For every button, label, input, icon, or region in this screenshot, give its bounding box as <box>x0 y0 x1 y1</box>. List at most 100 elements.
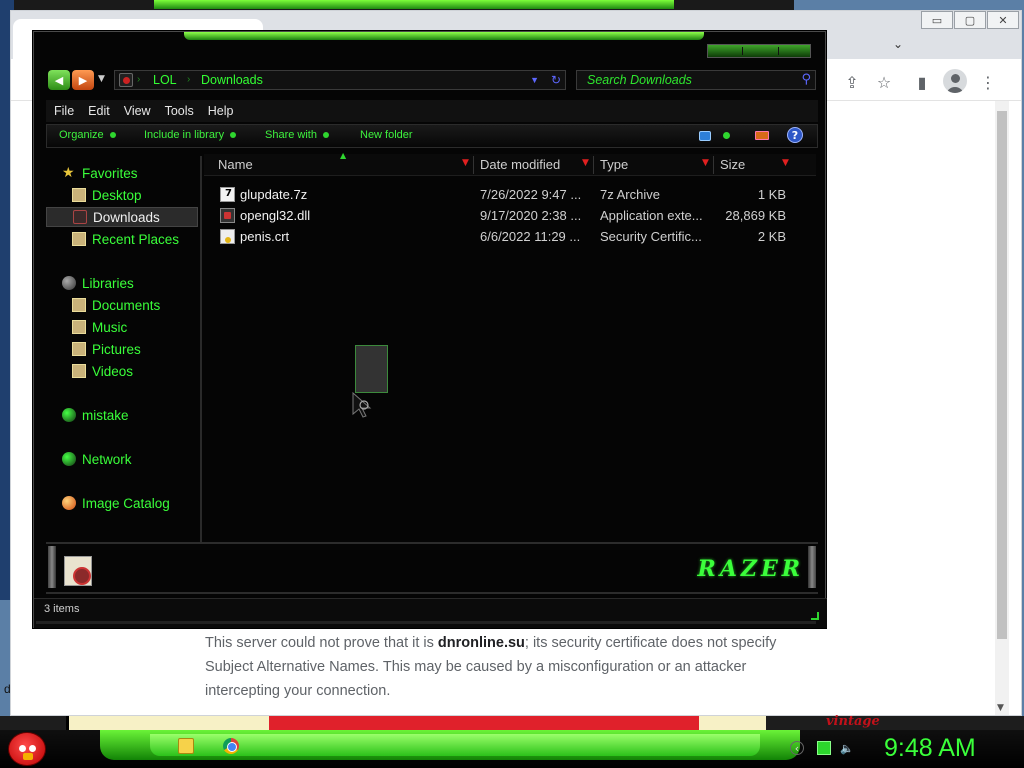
maximize-button[interactable]: ▢ <box>954 11 986 29</box>
item-count: 3 items <box>44 603 80 615</box>
back-button[interactable]: ◀ <box>48 70 70 90</box>
menu-tools[interactable]: Tools <box>165 104 194 118</box>
tab-search-chevron-icon[interactable]: ⌄ <box>893 37 903 51</box>
window-glow <box>184 32 704 40</box>
explorer-window: ◀ ▶ ▼ › LOL › Downloads ▼ ↻ Search Downl… <box>33 31 827 628</box>
menu-file[interactable]: File <box>54 104 74 118</box>
column-divider[interactable] <box>713 156 714 174</box>
preview-pane-icon[interactable] <box>755 131 769 140</box>
menu-edit[interactable]: Edit <box>88 104 110 118</box>
size-filter-icon[interactable]: ▼ <box>782 158 789 168</box>
wallpaper-top <box>14 0 794 10</box>
nav-downloads[interactable]: Downloads <box>46 207 198 227</box>
drag-ghost-preview <box>355 345 388 393</box>
nav-desktop[interactable]: Desktop <box>72 185 142 205</box>
mouse-cursor-icon <box>352 392 372 418</box>
menu-view[interactable]: View <box>124 104 151 118</box>
nav-homegroup[interactable]: mistake <box>62 405 129 425</box>
nav-documents[interactable]: Documents <box>72 295 160 315</box>
scrollbar-thumb[interactable] <box>997 111 1007 639</box>
nav-favorites[interactable]: ★ Favorites <box>62 163 138 183</box>
help-icon[interactable]: ? <box>787 127 803 143</box>
breadcrumb-separator-icon[interactable]: › <box>187 71 190 89</box>
star-icon[interactable]: ☆ <box>873 71 895 93</box>
start-button-angry-bird-icon[interactable] <box>8 732 46 766</box>
nav-libraries[interactable]: Libraries <box>62 273 134 293</box>
search-icon[interactable]: ⚲ <box>801 72 811 87</box>
recent-locations-chevron-icon[interactable]: ▼ <box>98 74 105 84</box>
resize-grip-icon[interactable] <box>811 612 819 620</box>
type-filter-icon[interactable]: ▼ <box>702 158 709 168</box>
pictures-icon <box>72 342 86 356</box>
share-with-button[interactable]: Share with <box>265 129 329 141</box>
breadcrumb-lol[interactable]: LOL <box>153 71 177 89</box>
forward-button[interactable]: ▶ <box>72 70 94 90</box>
include-in-library-label: Include in library <box>144 129 225 141</box>
column-size[interactable]: Size <box>720 157 745 172</box>
tray-expand-icon[interactable]: ‹ <box>790 741 804 755</box>
navigation-pane: ★ Favorites Desktop Downloads Recent Plac… <box>46 156 202 542</box>
ssl-warning-text: This server could not prove that it is d… <box>205 631 815 703</box>
refresh-icon[interactable]: ↻ <box>551 71 561 89</box>
network-tray-icon[interactable] <box>817 741 831 755</box>
column-date-modified[interactable]: Date modified <box>480 157 560 172</box>
column-name[interactable]: Name <box>218 157 253 172</box>
nav-pictures[interactable]: Pictures <box>72 339 141 359</box>
column-divider[interactable] <box>593 156 594 174</box>
column-headers: ▲ Name ▼ Date modified ▼ Type ▼ Size ▼ <box>204 151 816 176</box>
side-panel-icon[interactable]: ▮ <box>911 71 933 93</box>
include-dropdown-icon <box>230 132 237 139</box>
chrome-taskbar-icon[interactable] <box>223 738 239 754</box>
organize-button[interactable]: Organize <box>59 129 116 141</box>
explorer-caption-buttons[interactable] <box>707 44 811 58</box>
nav-network[interactable]: Network <box>62 449 132 469</box>
file-explorer-taskbar-icon[interactable] <box>178 738 194 754</box>
clock[interactable]: 9:48 AM <box>884 734 976 763</box>
column-divider[interactable] <box>473 156 474 174</box>
nav-label: Videos <box>92 363 134 379</box>
change-view-icon[interactable] <box>699 131 711 141</box>
view-options-icon[interactable] <box>723 132 730 139</box>
nav-music[interactable]: Music <box>72 317 127 337</box>
scroll-down-icon[interactable]: ▼ <box>997 703 1004 713</box>
menu-help[interactable]: Help <box>208 104 234 118</box>
nav-label: Music <box>92 319 128 335</box>
videos-icon <box>72 364 86 378</box>
breadcrumb-downloads[interactable]: Downloads <box>201 71 263 89</box>
share-dropdown-icon <box>322 132 329 139</box>
volume-icon[interactable]: 🔈 <box>840 741 854 755</box>
desktop: ▭ ▢ ✕ ⌄ ⇪ ☆ ▮ ⋮ ▼ This server could not … <box>0 0 1024 768</box>
include-in-library-button[interactable]: Include in library <box>144 129 237 141</box>
close-button[interactable]: ✕ <box>987 11 1019 29</box>
nav-label: mistake <box>82 407 129 423</box>
search-placeholder: Search Downloads <box>587 73 692 87</box>
file-size: 28,869 KB <box>725 208 786 223</box>
page-scrollbar[interactable]: ▼ <box>995 101 1009 715</box>
forward-arrow-icon: ▶ <box>78 73 88 87</box>
column-type[interactable]: Type <box>600 157 628 172</box>
address-dropdown-icon[interactable]: ▼ <box>530 71 539 89</box>
search-input[interactable]: Search Downloads ⚲ <box>576 70 816 90</box>
file-row-penis-crt[interactable]: penis.crt 6/6/2022 11:29 ... Security Ce… <box>218 227 808 247</box>
details-left-bar <box>48 546 56 588</box>
file-size: 2 KB <box>757 229 786 244</box>
file-row-opengl32[interactable]: opengl32.dll 9/17/2020 2:38 ... Applicat… <box>218 206 808 226</box>
address-bar[interactable]: › LOL › Downloads ▼ ↻ <box>114 70 566 90</box>
name-filter-icon[interactable]: ▼ <box>462 158 469 168</box>
date-filter-icon[interactable]: ▼ <box>582 158 589 168</box>
breadcrumb-separator-icon[interactable]: › <box>137 71 140 89</box>
downloads-folder-icon <box>119 73 133 87</box>
profile-icon[interactable] <box>943 69 967 93</box>
new-folder-button[interactable]: New folder <box>360 129 413 141</box>
browser-window-controls: ▭ ▢ ✕ <box>920 11 1019 29</box>
command-bar: Organize Include in library Share with N… <box>46 124 818 148</box>
nav-image-catalog[interactable]: Image Catalog <box>62 493 170 513</box>
nav-recent-places[interactable]: Recent Places <box>72 229 179 249</box>
share-icon[interactable]: ⇪ <box>841 71 863 93</box>
menu-icon[interactable]: ⋮ <box>977 71 999 93</box>
nav-videos[interactable]: Videos <box>72 361 133 381</box>
organize-label: Organize <box>59 129 104 141</box>
downloads-icon <box>73 210 87 224</box>
minimize-button[interactable]: ▭ <box>921 11 953 29</box>
file-row-glupdate[interactable]: glupdate.7z 7/26/2022 9:47 ... 7z Archiv… <box>218 185 808 205</box>
